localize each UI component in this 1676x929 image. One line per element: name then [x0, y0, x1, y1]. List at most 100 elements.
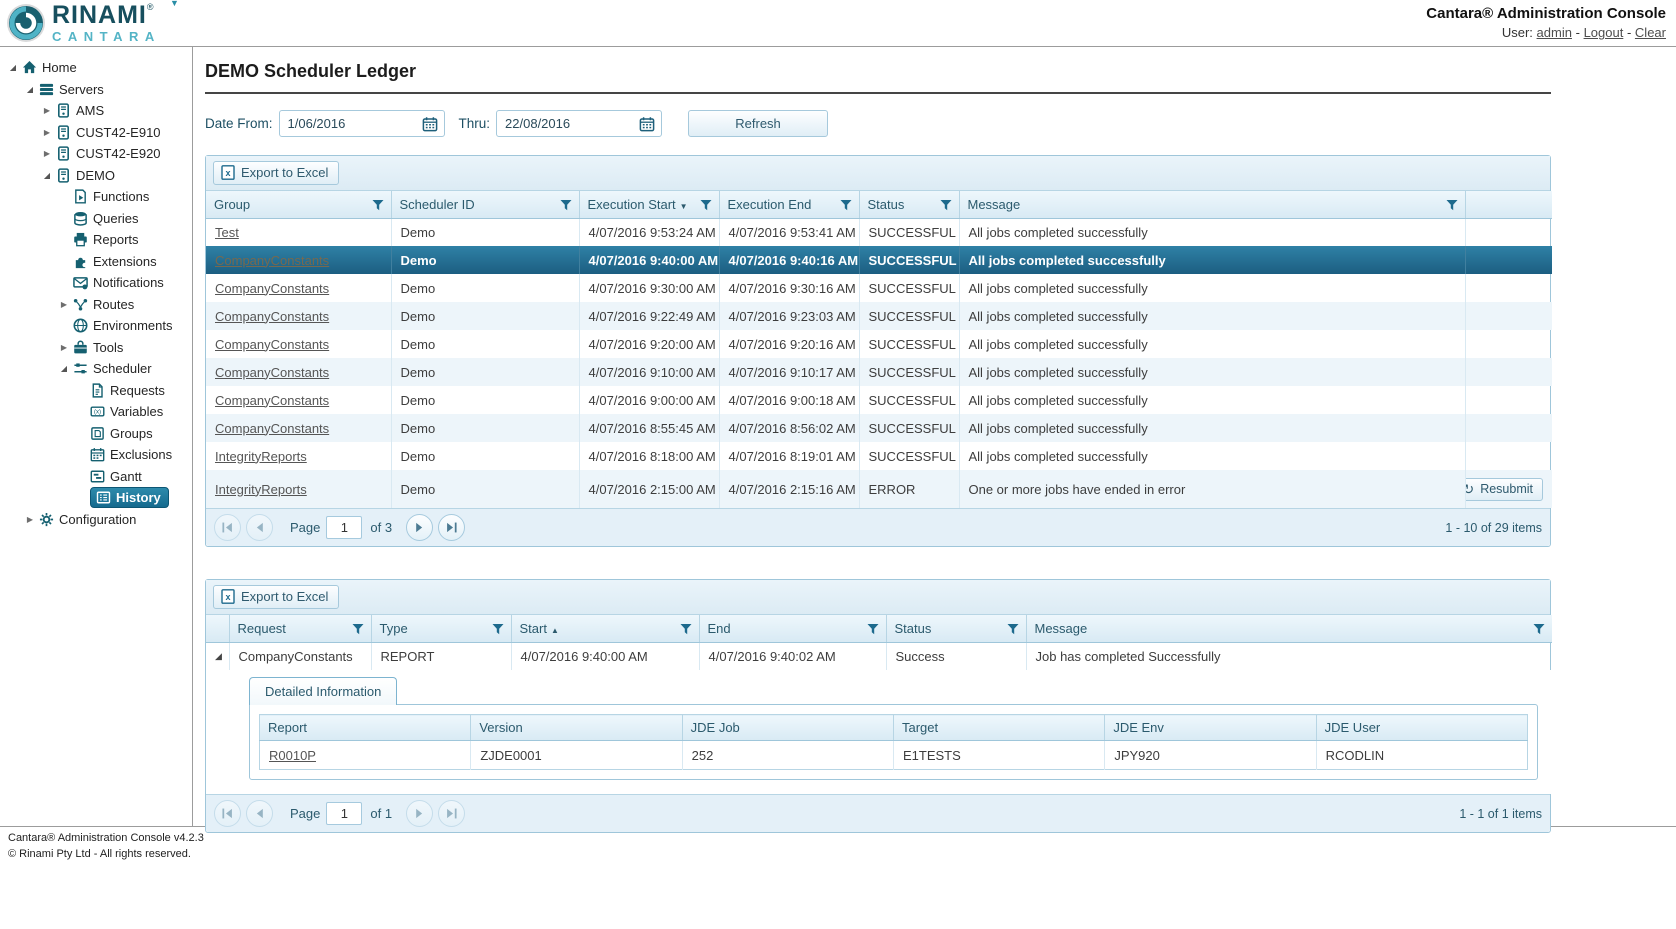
sidebar-item-variables[interactable]: (x) Variables [0, 401, 192, 423]
group-link[interactable]: CompanyConstants [215, 421, 329, 436]
sidebar-item-functions[interactable]: Functions [0, 186, 192, 208]
column-header-jde-job[interactable]: JDE Job [682, 715, 893, 741]
expand-arrow[interactable]: ▶ [23, 515, 37, 524]
filter-icon[interactable] [352, 623, 364, 638]
group-link[interactable]: CompanyConstants [215, 309, 329, 324]
group-link[interactable]: Test [215, 225, 239, 240]
sidebar-item-routes[interactable]: ▶ Routes [0, 294, 192, 316]
sidebar-item-groups[interactable]: Groups [0, 423, 192, 445]
thru-input[interactable] [497, 116, 633, 131]
filter-icon[interactable] [840, 199, 852, 214]
date-from-input[interactable] [280, 116, 416, 131]
sidebar-item-gantt[interactable]: Gantt [0, 466, 192, 488]
collapse-arrow[interactable]: ◢ [57, 364, 71, 373]
column-header-version[interactable]: Version [471, 715, 682, 741]
table-row-selected[interactable]: CompanyConstants Demo 4/07/2016 9:40:00 … [206, 246, 1552, 274]
pager-last-button[interactable] [438, 514, 465, 541]
sidebar-item-queries[interactable]: Queries [0, 208, 192, 230]
filter-icon[interactable] [1446, 199, 1458, 214]
column-header-status[interactable]: Status [859, 191, 959, 218]
column-header-jde-env[interactable]: JDE Env [1105, 715, 1316, 741]
export-to-excel-button[interactable]: x Export to Excel [213, 585, 339, 609]
table-row[interactable]: CompanyConstants Demo 4/07/2016 9:30:00 … [206, 274, 1552, 302]
table-row[interactable]: CompanyConstants Demo 4/07/2016 9:00:00 … [206, 386, 1552, 414]
expand-arrow[interactable]: ▶ [40, 128, 54, 137]
group-link[interactable]: CompanyConstants [215, 281, 329, 296]
group-link[interactable]: CompanyConstants [215, 337, 329, 352]
column-header-group[interactable]: Group [206, 191, 391, 218]
group-link[interactable]: CompanyConstants [215, 253, 329, 268]
table-row[interactable]: IntegrityReports Demo 4/07/2016 8:18:00 … [206, 442, 1552, 470]
tab-detailed-information[interactable]: Detailed Information [249, 677, 397, 705]
filter-icon[interactable] [680, 623, 692, 638]
table-row[interactable]: Test Demo 4/07/2016 9:53:24 AM 4/07/2016… [206, 218, 1552, 246]
sidebar-item-cust42-e920[interactable]: ▶ CUST42-E920 [0, 143, 192, 165]
column-header-type[interactable]: Type [371, 615, 511, 642]
column-header-message[interactable]: Message [1026, 615, 1552, 642]
table-row[interactable]: CompanyConstants Demo 4/07/2016 9:20:00 … [206, 330, 1552, 358]
filter-icon[interactable] [1007, 623, 1019, 638]
table-row[interactable]: CompanyConstants Demo 4/07/2016 9:10:00 … [206, 358, 1552, 386]
filter-icon[interactable] [700, 199, 712, 214]
resubmit-button[interactable]: ↻Resubmit [1465, 478, 1543, 501]
clear-link[interactable]: Clear [1635, 25, 1666, 40]
filter-icon[interactable] [560, 199, 572, 214]
sidebar-item-extensions[interactable]: Extensions [0, 251, 192, 273]
page-input[interactable] [326, 516, 362, 539]
collapse-arrow[interactable]: ◢ [40, 171, 54, 180]
user-link[interactable]: admin [1537, 25, 1572, 40]
sidebar-item-exclusions[interactable]: Exclusions [0, 444, 192, 466]
column-header-end[interactable]: End [699, 615, 886, 642]
table-row[interactable]: CompanyConstants Demo 4/07/2016 8:55:45 … [206, 414, 1552, 442]
table-row-error[interactable]: IntegrityReports Demo 4/07/2016 2:15:00 … [206, 470, 1552, 508]
table-row-master[interactable]: ◢ CompanyConstants REPORT 4/07/2016 9:40… [206, 642, 1552, 670]
group-link[interactable]: IntegrityReports [215, 482, 307, 497]
sidebar-item-servers[interactable]: ◢ Servers [0, 79, 192, 101]
column-header-message[interactable]: Message [959, 191, 1465, 218]
pager-first-button[interactable] [214, 800, 241, 827]
expand-arrow[interactable]: ▶ [57, 300, 71, 309]
pager-prev-button[interactable] [246, 800, 273, 827]
column-header-execution-start[interactable]: Execution Start▼ [579, 191, 719, 218]
sidebar-item-cust42-e910[interactable]: ▶ CUST42-E910 [0, 122, 192, 144]
column-header-execution-end[interactable]: Execution End [719, 191, 859, 218]
sidebar-item-demo[interactable]: ◢ DEMO [0, 165, 192, 187]
group-link[interactable]: CompanyConstants [215, 393, 329, 408]
expand-arrow[interactable]: ▶ [40, 106, 54, 115]
pager-next-button[interactable] [406, 800, 433, 827]
filter-icon[interactable] [940, 199, 952, 214]
sidebar-item-tools[interactable]: ▶ Tools [0, 337, 192, 359]
pager-last-button[interactable] [438, 800, 465, 827]
column-header-status[interactable]: Status [886, 615, 1026, 642]
filter-icon[interactable] [492, 623, 504, 638]
filter-icon[interactable] [1533, 623, 1545, 638]
sidebar-item-home[interactable]: ◢ Home [0, 57, 192, 79]
date-from-calendar-button[interactable] [416, 111, 444, 136]
sidebar-item-history[interactable]: History [0, 487, 192, 509]
sidebar-item-scheduler[interactable]: ◢ Scheduler [0, 358, 192, 380]
table-row[interactable]: CompanyConstants Demo 4/07/2016 9:22:49 … [206, 302, 1552, 330]
expand-arrow[interactable]: ▶ [57, 343, 71, 352]
pager-first-button[interactable] [214, 514, 241, 541]
column-header-report[interactable]: Report [260, 715, 471, 741]
report-link[interactable]: R0010P [269, 748, 316, 763]
filter-icon[interactable] [372, 199, 384, 214]
pager-next-button[interactable] [406, 514, 433, 541]
group-link[interactable]: CompanyConstants [215, 365, 329, 380]
export-to-excel-button[interactable]: x Export to Excel [213, 161, 339, 185]
sub-grid-row[interactable]: R0010P ZJDE0001 252 E1TESTS JPY920 RCODL… [260, 741, 1528, 770]
refresh-button[interactable]: Refresh [688, 110, 828, 137]
page-input[interactable] [326, 802, 362, 825]
sidebar-item-reports[interactable]: Reports [0, 229, 192, 251]
group-link[interactable]: IntegrityReports [215, 449, 307, 464]
column-header-start[interactable]: Start▲ [511, 615, 699, 642]
pager-prev-button[interactable] [246, 514, 273, 541]
collapse-detail-toggle[interactable]: ◢ [206, 642, 229, 670]
column-header-target[interactable]: Target [893, 715, 1104, 741]
collapse-arrow[interactable]: ◢ [6, 63, 20, 72]
thru-calendar-button[interactable] [633, 111, 661, 136]
column-header-jde-user[interactable]: JDE User [1316, 715, 1527, 741]
sidebar-item-requests[interactable]: Requests [0, 380, 192, 402]
sidebar-item-configuration[interactable]: ▶ Configuration [0, 509, 192, 531]
selected-item-highlight[interactable]: History [90, 487, 169, 508]
